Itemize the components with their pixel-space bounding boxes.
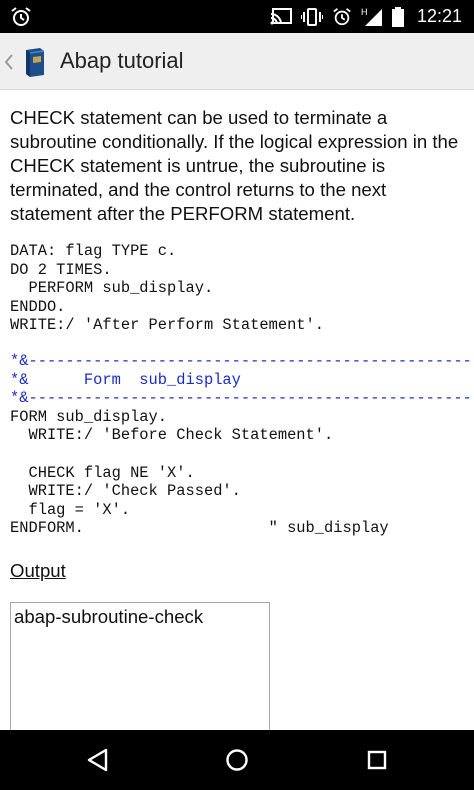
code-comment-line: *&--------------------------------------… bbox=[10, 352, 474, 370]
code-line: ENDFORM. " sub_display bbox=[10, 519, 389, 538]
signal-h-icon: H bbox=[361, 7, 383, 27]
code-line: ENDDO. bbox=[10, 297, 66, 316]
chevron-left-icon[interactable] bbox=[4, 53, 14, 71]
status-bar: H 12:21 bbox=[0, 0, 474, 33]
book-icon[interactable] bbox=[22, 47, 48, 77]
code-line: PERFORM sub_display. bbox=[10, 279, 214, 298]
code-line: DATA: flag TYPE c. bbox=[10, 242, 177, 260]
code-line: flag = 'X'. bbox=[10, 500, 131, 519]
app-bar: Abap tutorial bbox=[0, 33, 474, 90]
battery-icon bbox=[391, 6, 404, 27]
output-image-frame: abap-subroutine-check bbox=[10, 602, 270, 730]
cast-icon bbox=[270, 7, 292, 26]
code-line: WRITE:/ 'After Perform Statement'. bbox=[10, 316, 325, 335]
alarm-icon bbox=[10, 6, 32, 28]
page-title: Abap tutorial bbox=[60, 48, 184, 73]
status-time: 12:21 bbox=[416, 6, 462, 26]
intro-paragraph: CHECK statement can be used to terminate… bbox=[10, 107, 459, 224]
code-comment-line: *&--------------------------------------… bbox=[10, 389, 474, 408]
code-block-main: DATA: flag TYPE c. DO 2 TIMES. PERFORM s… bbox=[10, 242, 324, 335]
alarm-icon bbox=[332, 7, 352, 27]
vibrate-icon bbox=[300, 7, 323, 26]
code-block-form: *&--------------------------------------… bbox=[10, 352, 474, 538]
code-line: FORM sub_display. bbox=[10, 407, 168, 426]
home-circle-icon[interactable] bbox=[222, 745, 252, 775]
screen: H 12:21 Abap tutorial CHECK statement ca… bbox=[0, 0, 474, 790]
navigation-bar bbox=[0, 730, 474, 790]
network-label: H bbox=[361, 7, 368, 17]
article-content: CHECK statement can be used to terminate… bbox=[0, 90, 474, 730]
back-triangle-icon[interactable] bbox=[83, 745, 113, 775]
output-heading: Output bbox=[10, 560, 66, 581]
output-image-alt-text: abap-subroutine-check bbox=[14, 606, 204, 627]
code-line: DO 2 TIMES. bbox=[10, 260, 112, 279]
code-line: WRITE:/ 'Before Check Statement'. bbox=[10, 426, 334, 445]
code-line: CHECK flag NE 'X'. bbox=[10, 463, 195, 482]
code-line: WRITE:/ 'Check Passed'. bbox=[10, 482, 241, 501]
code-comment-line: *& Form sub_display bbox=[10, 370, 241, 389]
status-icons: H 12:21 bbox=[270, 0, 462, 33]
recents-square-icon[interactable] bbox=[362, 745, 392, 775]
